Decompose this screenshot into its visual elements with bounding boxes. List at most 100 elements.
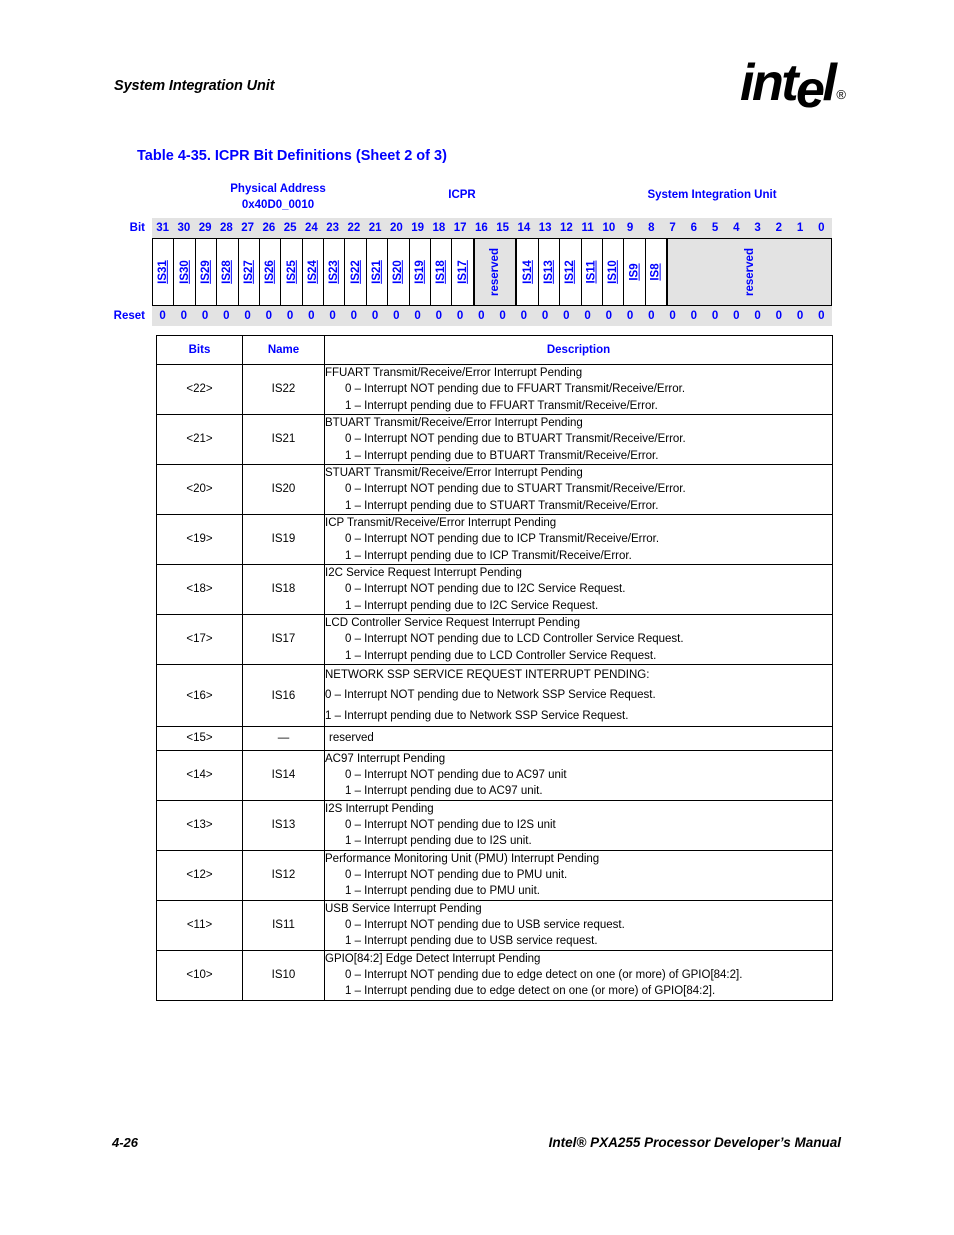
register-field-is9: IS9 — [623, 238, 645, 306]
table-row: <11> IS11 USB Service Interrupt Pending 0 –… — [156, 899, 833, 951]
reset-bit-value: 0 — [626, 310, 634, 322]
reset-bit-value: 0 — [201, 310, 209, 322]
reset-bit-value: 0 — [329, 310, 336, 322]
register-field-is19: IS19 — [408, 238, 430, 306]
cell-bits: <20> — [156, 463, 243, 515]
bit-number: 12 — [559, 222, 573, 234]
cell-name: IS18 — [242, 563, 325, 615]
bit-definitions-table: Bits Name Description <22> IS22 FFUART Tra… — [156, 335, 833, 1001]
cell-name: IS17 — [242, 613, 325, 665]
reset-bit-value: 0 — [499, 310, 506, 322]
field-label: IS21 — [370, 260, 383, 284]
description-option-one: 1 – Interrupt pending due to Network SSP… — [325, 709, 629, 722]
cell-name: IS22 — [242, 364, 325, 415]
cell-bits: <13> — [156, 799, 243, 851]
field-label: IS18 — [435, 260, 448, 284]
bit-number: 1 — [796, 222, 804, 234]
reset-bit-value: 0 — [456, 310, 464, 322]
reset-bit-value: 0 — [541, 310, 549, 322]
description-option-one: 1 – Interrupt pending due to I2S unit. — [345, 835, 532, 848]
description-option-zero: 0 – Interrupt NOT pending due to AC97 un… — [345, 768, 567, 781]
reset-values: 0 0 0 0 0 0 0 0 0 0 0 0 0 0 0 0 0 0 0 0 0 0 0 0 0 0 0 0 0 0 0 0 — [152, 306, 832, 326]
bit-number: 31 — [156, 222, 170, 234]
register-field-is20: IS20 — [387, 238, 409, 306]
description-title: Performance Monitoring Unit (PMU) Interr… — [325, 852, 600, 865]
field-label: IS27 — [242, 260, 255, 284]
field-label: IS17 — [456, 260, 469, 284]
bit-number: 29 — [198, 222, 212, 234]
column-header-description: Description — [324, 335, 833, 365]
register-diagram-titles: Physical Address 0x40D0_0010 ICPR System… — [152, 182, 832, 218]
intel-logo: intel ® — [740, 57, 846, 116]
bit-number: 24 — [304, 222, 318, 234]
cell-description: reserved — [324, 726, 833, 751]
bit-number-row: Bit 31 30 29 28 27 26 25 24 23 22 21 20 19 18 17 16 15 14… — [130, 218, 832, 238]
bit-number: 4 — [733, 222, 740, 234]
bit-number: 28 — [219, 222, 233, 234]
table-row: <15> — reserved — [156, 726, 833, 751]
description-option-zero: 0 – Interrupt NOT pending due to I2S uni… — [345, 818, 556, 831]
reset-bit-value: 0 — [605, 310, 613, 322]
bit-number: 22 — [347, 222, 361, 234]
reset-bit-value: 0 — [563, 310, 570, 322]
field-label: IS13 — [542, 260, 555, 284]
reset-bit-value: 0 — [733, 310, 740, 322]
field-label: IS28 — [221, 260, 234, 284]
cell-bits: <21> — [156, 413, 243, 465]
register-field-is28: IS28 — [216, 238, 238, 306]
bit-number: 26 — [262, 222, 276, 234]
logo-text-int: int — [740, 54, 799, 112]
register-field-is30: IS30 — [173, 238, 195, 306]
cell-bits: <19> — [156, 513, 243, 565]
description-title: BTUART Transmit/Receive/Error Interrupt … — [325, 416, 583, 429]
description-option-zero: 0 – Interrupt NOT pending due to I2C Ser… — [345, 583, 626, 596]
cell-name: IS11 — [242, 899, 325, 951]
bit-row-label: Bit — [129, 222, 145, 234]
description-option-zero: 0 – Interrupt NOT pending due to ICP Tra… — [345, 533, 660, 546]
logo-text-e: e — [796, 61, 825, 119]
description-option-zero: 0 – Interrupt NOT pending due to BTUART … — [345, 433, 686, 446]
register-field-is11: IS11 — [580, 238, 602, 306]
description-title: USB Service Interrupt Pending — [325, 902, 482, 915]
register-field-cells: IS31 IS30 IS29 IS28 IS27 IS26 IS25 IS24 IS23 IS22… — [152, 238, 832, 306]
cell-bits: <10> — [156, 949, 243, 1001]
cell-bits: <16> — [156, 663, 243, 728]
bit-number: 16 — [474, 222, 488, 234]
field-label: IS20 — [392, 260, 405, 284]
cell-description: FFUART Transmit/Receive/Error Interrupt … — [324, 364, 833, 415]
cell-description: AC97 Interrupt Pending 0 – Interrupt NOT … — [324, 749, 833, 801]
reset-bit-value: 0 — [435, 310, 443, 322]
table-row: <22> IS22 FFUART Transmit/Receive/Error In… — [156, 364, 833, 415]
description-option-zero: 0 – Interrupt NOT pending due to FFUART … — [345, 383, 686, 396]
field-label: IS19 — [413, 260, 426, 284]
field-label: IS10 — [607, 260, 620, 284]
field-label: IS30 — [178, 260, 191, 284]
bit-number: 5 — [711, 222, 719, 234]
register-field-is18: IS18 — [429, 238, 452, 306]
register-field-is26: IS26 — [258, 238, 281, 306]
reset-bit-value: 0 — [584, 310, 591, 322]
register-field-is29: IS29 — [194, 238, 217, 306]
cell-bits: <17> — [156, 613, 243, 665]
reset-bit-value: 0 — [371, 310, 379, 322]
description-option-zero: 0 – Interrupt NOT pending due to edge de… — [345, 968, 743, 981]
cell-description: Performance Monitoring Unit (PMU) Interr… — [324, 849, 833, 901]
column-header-name: Name — [242, 335, 325, 365]
description-title: STUART Transmit/Receive/Error Interrupt … — [325, 466, 583, 479]
physical-address-label: Physical Address — [230, 183, 326, 195]
footer-document-title: Intel® PXA255 Processor Developer’s Manu… — [548, 1135, 841, 1150]
bit-number: 10 — [602, 222, 616, 234]
reset-bit-value: 0 — [711, 310, 719, 322]
reset-bit-value: 0 — [350, 310, 358, 322]
description-title: GPIO[84:2] Edge Detect Interrupt Pending — [325, 952, 541, 965]
reset-row-label: Reset — [113, 310, 145, 322]
reset-bit-value: 0 — [308, 310, 315, 322]
description-title: reserved — [329, 732, 374, 745]
cell-name: IS10 — [242, 949, 325, 1001]
field-label: IS31 — [157, 260, 170, 284]
reset-bit-value: 0 — [223, 310, 230, 322]
cell-bits: <12> — [156, 849, 243, 901]
bit-number: 8 — [648, 222, 655, 234]
register-field-is13: IS13 — [537, 238, 560, 306]
cell-bits: <18> — [156, 563, 243, 615]
